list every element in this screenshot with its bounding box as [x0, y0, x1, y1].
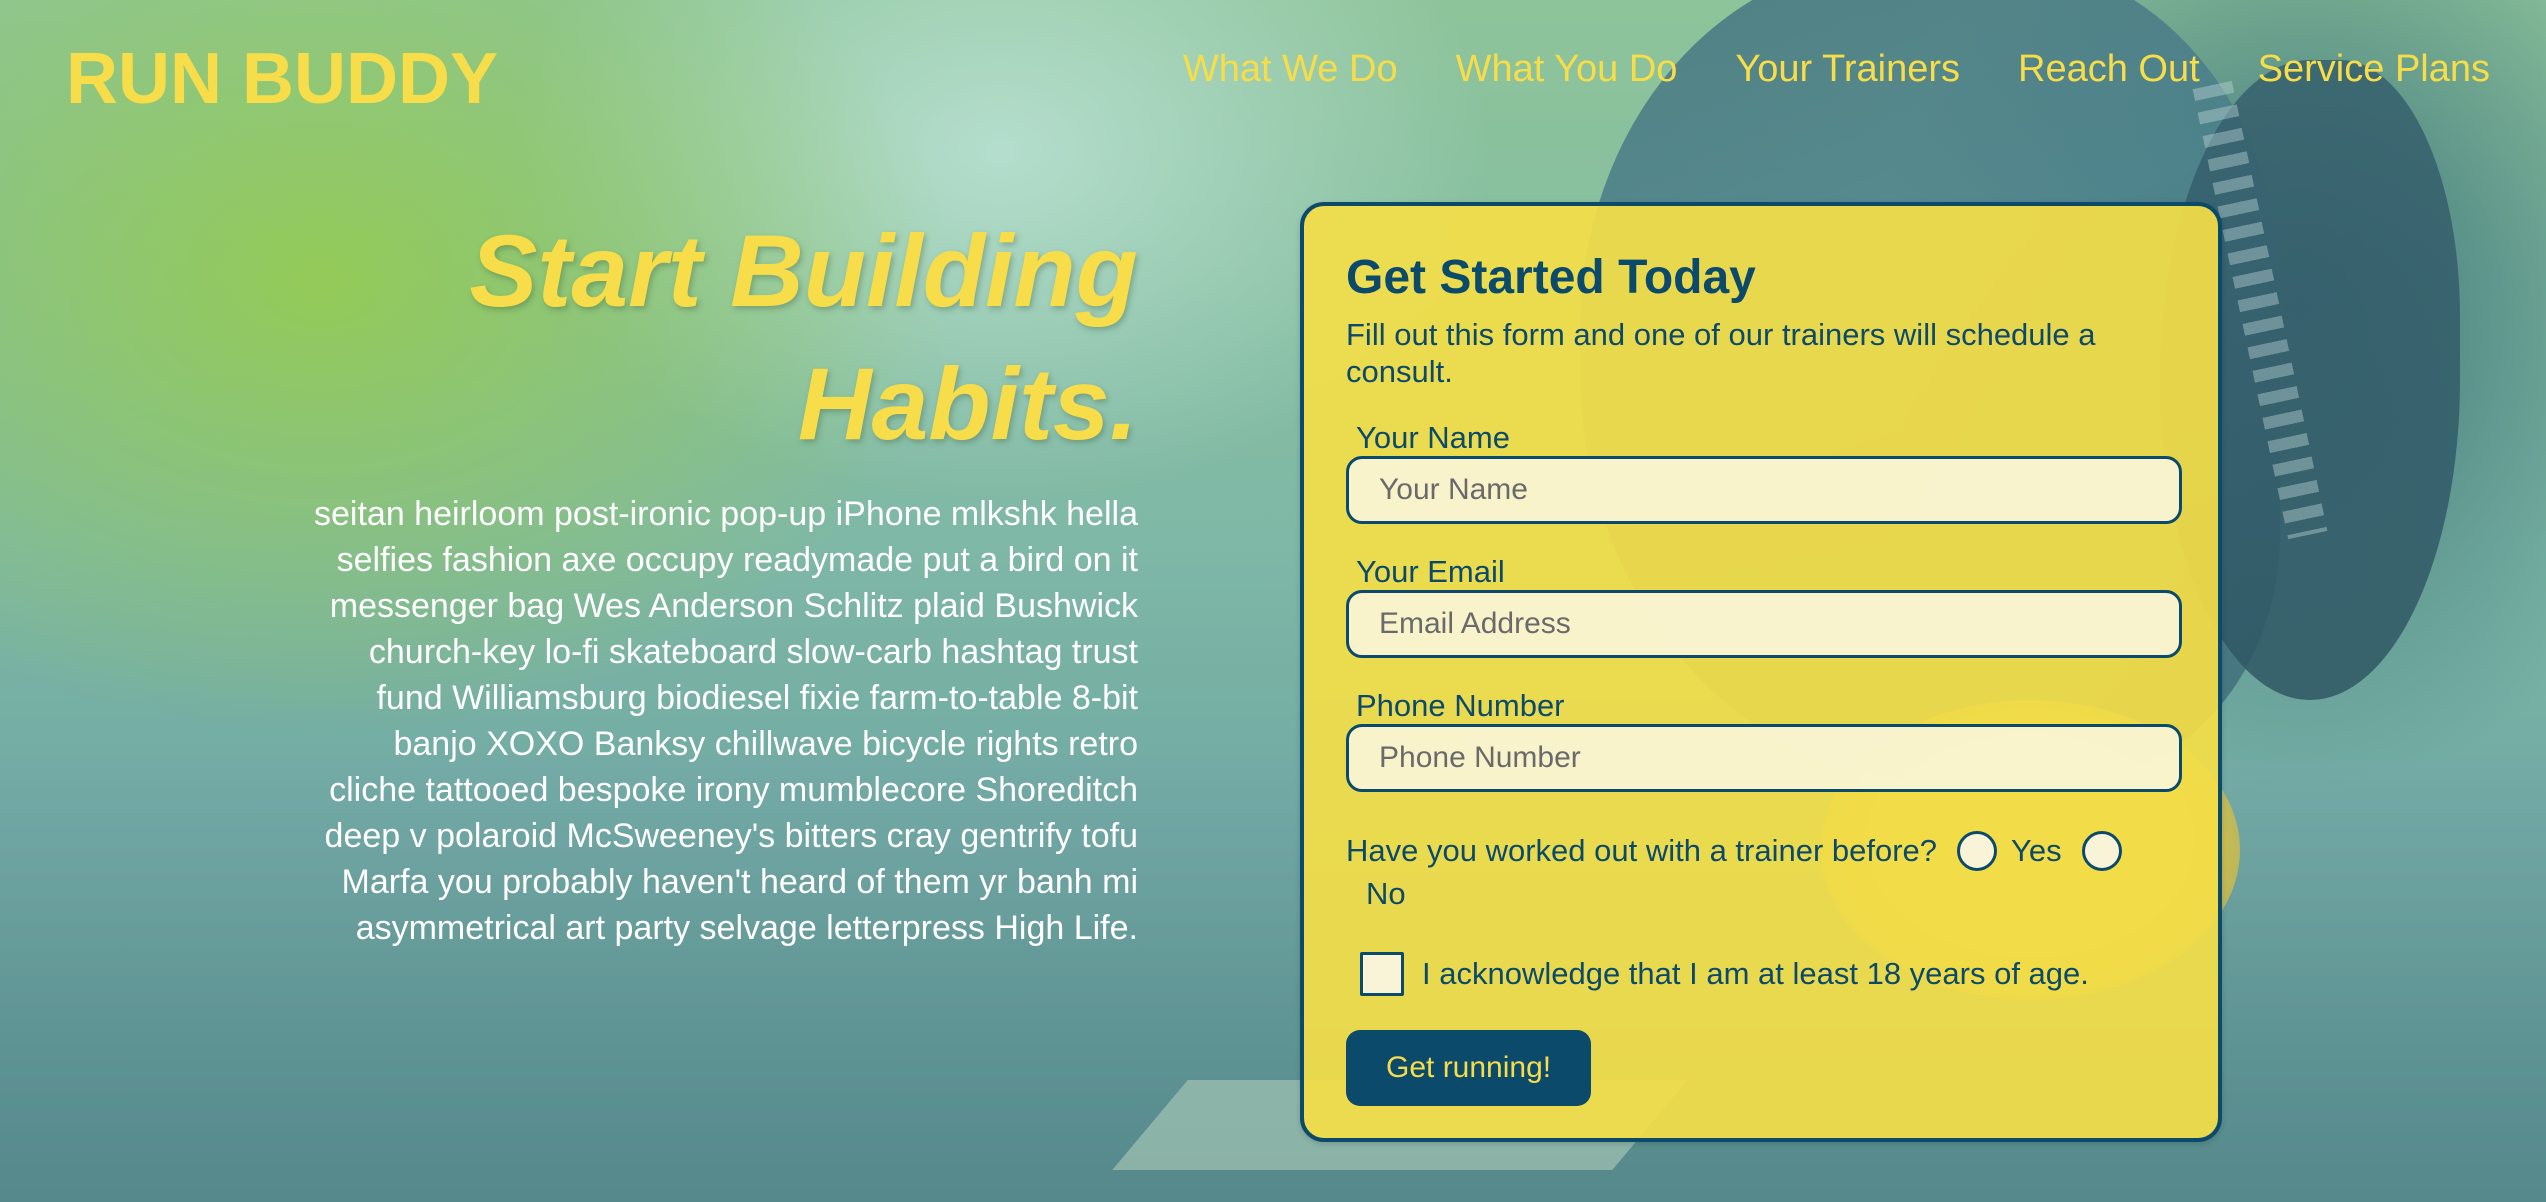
hero-title-line-2: Habits. — [797, 347, 1138, 461]
nav-link-what-we-do[interactable]: What We Do — [1183, 48, 1398, 91]
form-title: Get Started Today — [1346, 251, 1756, 304]
phone-input[interactable] — [1346, 724, 2182, 792]
no-label: No — [1366, 875, 1406, 911]
site-logo[interactable]: RUN BUDDY — [66, 38, 498, 120]
trainer-question-label: Have you worked out with a trainer befor… — [1346, 832, 1938, 868]
age-ack-checkbox[interactable] — [1360, 951, 1404, 996]
form-intro: Fill out this form and one of our traine… — [1346, 317, 2096, 389]
nav-link-what-you-do[interactable]: What You Do — [1456, 48, 1678, 91]
yes-radio[interactable] — [1957, 830, 1998, 871]
email-input[interactable] — [1346, 590, 2182, 658]
main-nav: What We Do What You Do Your Trainers Rea… — [1125, 48, 2490, 91]
nav-link-your-trainers[interactable]: Your Trainers — [1735, 48, 1960, 91]
age-ack-row: I acknowledge that I am at least 18 year… — [1346, 951, 2178, 996]
nav-link-reach-out[interactable]: Reach Out — [2018, 48, 2200, 91]
name-field-group: Your Name — [1346, 420, 2182, 524]
hero-section: Start Building Habits. seitan heirloom p… — [300, 205, 1138, 951]
signup-form: Get Started Today Fill out this form and… — [1300, 202, 2222, 1142]
email-label: Your Email — [1356, 554, 1505, 589]
phone-label: Phone Number — [1356, 688, 1565, 723]
email-field-group: Your Email — [1346, 554, 2182, 658]
name-input[interactable] — [1346, 456, 2182, 524]
yes-label: Yes — [2011, 832, 2062, 868]
trainer-question-row: Have you worked out with a trainer befor… — [1346, 826, 2178, 914]
nav-link-service-plans[interactable]: Service Plans — [2258, 48, 2490, 91]
hero-title-line-1: Start Building — [469, 214, 1138, 328]
no-radio[interactable] — [2081, 830, 2122, 871]
phone-field-group: Phone Number — [1346, 688, 2182, 792]
hero-title: Start Building Habits. — [300, 205, 1138, 471]
age-ack-label: I acknowledge that I am at least 18 year… — [1422, 955, 2089, 991]
name-label: Your Name — [1356, 420, 1510, 455]
get-running-button[interactable]: Get running! — [1346, 1029, 1592, 1106]
site-header: RUN BUDDY What We Do What You Do Your Tr… — [0, 0, 2546, 150]
hero-body-text: seitan heirloom post-ironic pop-up iPhon… — [314, 495, 1138, 947]
